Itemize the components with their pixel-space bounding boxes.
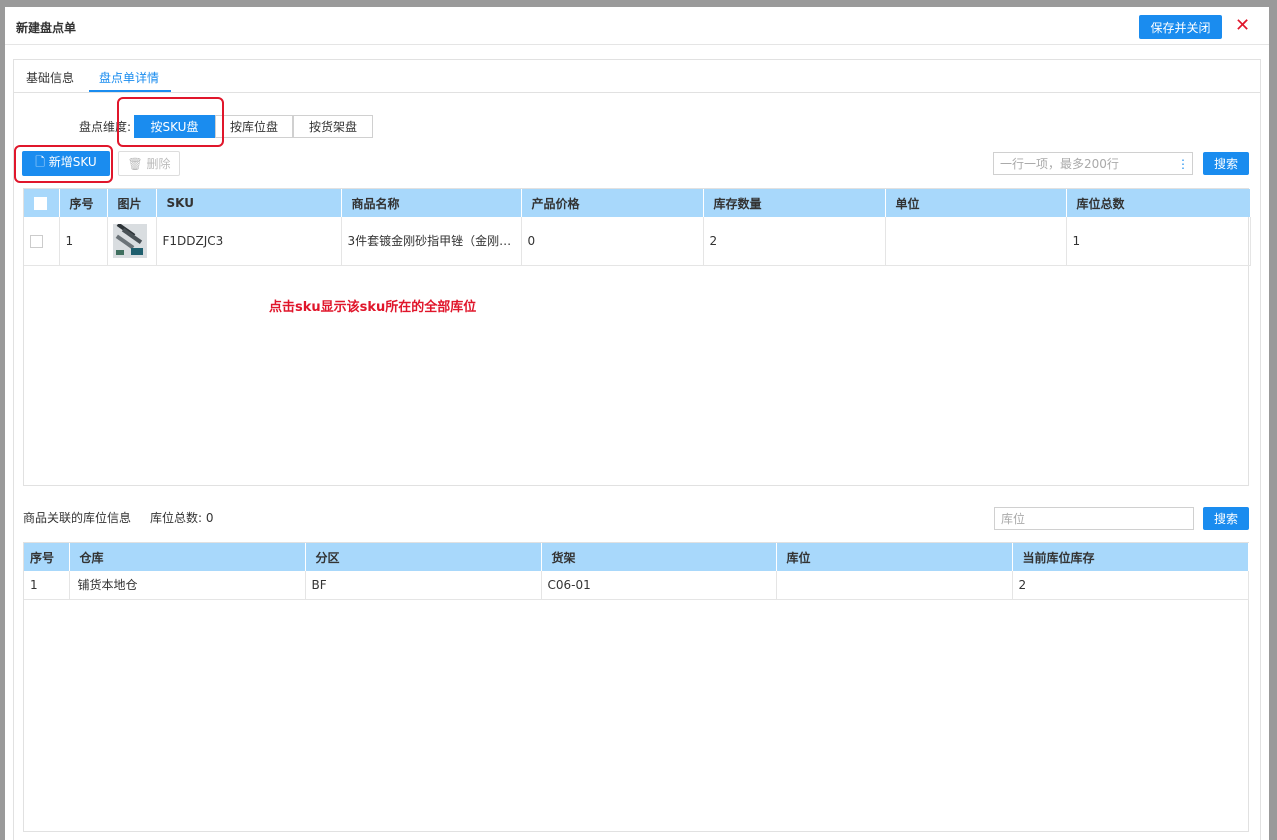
dimension-shelf-button[interactable]: 按货架盘 [293, 115, 373, 138]
location-grid: 序号 仓库 分区 货架 库位 当前库位库存 1 铺货本地仓 BF C06-01 [23, 542, 1249, 832]
row-image-cell [107, 217, 157, 266]
location-section-title: 商品关联的库位信息 [23, 511, 132, 525]
more-options-icon[interactable]: ⋮ [1177, 156, 1189, 172]
annotation-note: 点击sku显示该sku所在的全部库位 [269, 300, 477, 315]
col-header-index: 序号 [24, 543, 70, 571]
delete-label: 删除 [146, 157, 171, 171]
col-header-image: 图片 [107, 189, 157, 217]
modal-header: 新建盘点单 保存并关闭 ✕ [5, 7, 1269, 45]
row-stock: 2 [703, 217, 886, 266]
select-all-checkbox[interactable] [34, 197, 47, 210]
sku-search-input[interactable] [1000, 156, 1175, 172]
row-price: 0 [521, 217, 704, 266]
col-header-current-stock: 当前库位库存 [1012, 543, 1249, 571]
col-header-shelf: 货架 [541, 543, 777, 571]
trash-icon: 🗑 [127, 157, 143, 171]
table-row[interactable]: 1 铺货本地仓 BF C06-01 2 [24, 571, 1249, 600]
sku-table-header: 序号 图片 SKU 商品名称 产品价格 库存数量 单位 库位总数 [24, 189, 1251, 217]
row-location-total: 1 [1066, 217, 1251, 266]
row-sku[interactable]: F1DDZJC3 [156, 217, 342, 266]
product-thumbnail[interactable] [112, 223, 147, 258]
detail-panel: 基础信息 盘点单详情 盘点维度: 按SKU盘 按库位盘 按货架盘 🗋 新增SKU… [13, 59, 1261, 840]
location-table: 序号 仓库 分区 货架 库位 当前库位库存 1 铺货本地仓 BF C06-01 [24, 543, 1249, 600]
tab-basic-info[interactable]: 基础信息 [26, 69, 74, 86]
modal-title: 新建盘点单 [16, 21, 77, 35]
row-shelf: C06-01 [541, 571, 777, 600]
row-index: 1 [24, 571, 70, 600]
highlight-box-dimension [117, 97, 224, 147]
row-warehouse: 铺货本地仓 [69, 571, 306, 600]
row-index: 1 [59, 217, 108, 266]
col-header-zone: 分区 [305, 543, 542, 571]
row-current-stock: 2 [1012, 571, 1249, 600]
row-product-name: 3件套镀金刚砂指甲锉（金刚砂指甲锉） [341, 217, 522, 266]
row-checkbox[interactable] [30, 234, 43, 248]
dimension-location-button[interactable]: 按库位盘 [215, 115, 293, 138]
col-header-unit: 单位 [885, 189, 1067, 217]
sku-grid: 序号 图片 SKU 商品名称 产品价格 库存数量 单位 库位总数 1 F1DDZ… [23, 188, 1251, 486]
close-icon[interactable]: ✕ [1235, 16, 1250, 36]
col-header-name: 商品名称 [341, 189, 522, 217]
row-zone: BF [305, 571, 542, 600]
table-row[interactable]: 1 F1DDZJC3 3件套镀金刚砂指甲锉（金刚砂指 0 2 1 [24, 217, 1251, 266]
tab-bar: 基础信息 盘点单详情 [14, 60, 1260, 93]
location-total-label: 库位总数: 0 [150, 511, 214, 525]
highlight-box-add-sku [14, 145, 113, 183]
col-header-stock: 库存数量 [703, 189, 886, 217]
row-unit [885, 217, 1067, 266]
sku-table: 序号 图片 SKU 商品名称 产品价格 库存数量 单位 库位总数 1 F1DDZ… [24, 189, 1251, 266]
location-search-button[interactable]: 搜索 [1203, 507, 1249, 530]
tab-stocktake-detail[interactable]: 盘点单详情 [99, 69, 159, 86]
col-header-location-total: 库位总数 [1066, 189, 1251, 217]
location-table-header: 序号 仓库 分区 货架 库位 当前库位库存 [24, 543, 1249, 571]
sku-search-box: ⋮ [993, 152, 1193, 175]
col-header-price: 产品价格 [521, 189, 704, 217]
save-and-close-button[interactable]: 保存并关闭 [1139, 15, 1222, 39]
delete-button[interactable]: 🗑 删除 [118, 151, 180, 176]
active-tab-indicator [89, 90, 171, 92]
select-all-cell [24, 189, 60, 217]
col-header-location: 库位 [776, 543, 1013, 571]
row-checkbox-cell [24, 217, 60, 266]
row-location [776, 571, 1013, 600]
col-header-warehouse: 仓库 [69, 543, 306, 571]
create-stocktake-modal: 新建盘点单 保存并关闭 ✕ 基础信息 盘点单详情 盘点维度: 按SKU盘 按库位… [5, 7, 1269, 840]
location-search-box [994, 507, 1194, 530]
col-header-index: 序号 [59, 189, 108, 217]
location-search-input[interactable] [1001, 511, 1186, 527]
col-header-sku: SKU [156, 189, 342, 217]
sku-search-button[interactable]: 搜索 [1203, 152, 1249, 175]
